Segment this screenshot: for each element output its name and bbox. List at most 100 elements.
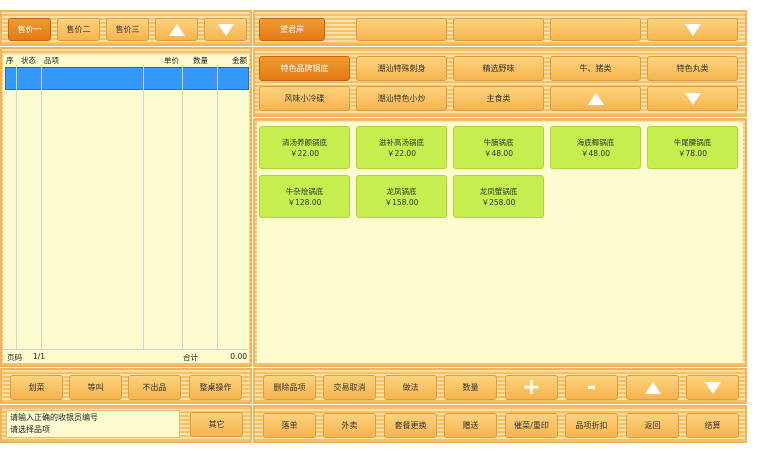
dish-price: ￥128.00 (287, 197, 322, 207)
sub-category-1[interactable]: 特色品牌锅底 (259, 56, 350, 81)
delete-item-button[interactable]: 删除品项 (263, 375, 316, 400)
status-panel: 请输入正确的收银员编号 请选择品项 其它 (0, 405, 252, 443)
down-arrow-icon (217, 23, 234, 36)
top-category-1[interactable]: 望君岸 (259, 18, 325, 41)
col-qty: 数量 (193, 56, 208, 65)
dish-panel: 清汤养颜锅底 ￥22.00 滋补高汤锅底 ￥22.00 牛腩锅底 ￥48.00 海底椰… (253, 118, 747, 367)
dish-item[interactable]: 滋补高汤锅底 ￥22.00 (356, 126, 447, 169)
top-category-4[interactable] (550, 18, 641, 41)
gift-button[interactable]: 赠送 (444, 413, 497, 438)
mark-dish-button[interactable]: 划菜 (10, 375, 63, 400)
right-action-panel: 删除品项 交易取消 做法 数量 + - (253, 368, 747, 404)
sub-category-up-button[interactable] (550, 86, 641, 111)
minus-icon: - (586, 374, 597, 400)
no-serve-button[interactable]: 不出品 (128, 375, 181, 400)
up-arrow-icon (168, 23, 185, 36)
dish-item[interactable]: 牛杂烩锅底 ￥128.00 (259, 175, 350, 218)
up-arrow-icon (644, 381, 661, 394)
column-divider (217, 65, 218, 349)
dish-price: ￥22.00 (387, 148, 416, 158)
increase-button[interactable]: + (505, 375, 558, 400)
decrease-button[interactable]: - (565, 375, 618, 400)
sub-category-panel: 特色品牌锅底 潮汕特殊刺身 精选野味 牛、猪类 特色丸类 风味小冷碟 潮汕特色小… (253, 47, 747, 117)
dish-name: 龙凤锅底 (386, 186, 417, 196)
col-status: 状态 (21, 56, 36, 65)
page-value: 1/1 (33, 352, 46, 361)
other-button[interactable]: 其它 (190, 412, 243, 437)
column-divider (182, 65, 183, 349)
table-operation-button[interactable]: 整桌操作 (189, 375, 242, 400)
sub-category-3[interactable]: 精选野味 (453, 56, 544, 81)
sub-category-6[interactable]: 风味小冷碟 (259, 86, 350, 111)
top-category-3[interactable] (453, 18, 544, 41)
back-button[interactable]: 返回 (626, 413, 679, 438)
dish-name: 海底椰锅底 (576, 137, 615, 147)
down-arrow-icon (684, 23, 701, 36)
order-panel: 序 状态 品项 单价 数量 金额 页码 1/1 合计 0.00 (0, 47, 252, 367)
scroll-down-button[interactable] (204, 18, 247, 41)
col-item: 品项 (44, 56, 59, 65)
price-tab-2[interactable]: 售价二 (57, 18, 100, 41)
bottom-action-panel: 落单 外卖 套餐更换 赠送 催菜/重印 品项折扣 返回 结算 (253, 405, 747, 443)
dish-item[interactable]: 牛尾腰锅底 ￥78.00 (647, 126, 738, 169)
dish-name: 龙凤蟹锅底 (479, 186, 518, 196)
cancel-transaction-button[interactable]: 交易取消 (323, 375, 376, 400)
status-message: 请选择品项 (10, 425, 50, 434)
sub-category-8[interactable]: 主食类 (453, 86, 544, 111)
price-tab-1[interactable]: 售价一 (8, 18, 51, 41)
place-order-button[interactable]: 落单 (263, 413, 316, 438)
dish-price: ￥258.00 (481, 197, 516, 207)
top-category-panel: 望君岸 (253, 10, 747, 46)
dish-item[interactable]: 牛腩锅底 ￥48.00 (453, 126, 544, 169)
left-action-panel: 划菜 等叫 不出品 整桌操作 (0, 368, 252, 404)
quantity-button[interactable]: 数量 (444, 375, 497, 400)
move-down-button[interactable] (686, 375, 739, 400)
col-seq: 序 (6, 56, 14, 65)
checkout-button[interactable]: 结算 (686, 413, 739, 438)
dish-price: ￥48.00 (581, 148, 610, 158)
column-divider (41, 65, 42, 349)
plus-icon: + (522, 374, 541, 400)
dish-item[interactable]: 海底椰锅底 ￥48.00 (550, 126, 641, 169)
dish-name: 牛腩锅底 (483, 137, 514, 147)
rush-reprint-button[interactable]: 催菜/重印 (505, 413, 558, 438)
cooking-method-button[interactable]: 做法 (384, 375, 437, 400)
wait-call-button[interactable]: 等叫 (69, 375, 122, 400)
sub-category-5[interactable]: 特色丸类 (647, 56, 738, 81)
order-footer: 页码 1/1 合计 0.00 (3, 349, 249, 363)
total-value: 0.00 (230, 352, 247, 361)
scroll-up-button[interactable] (155, 18, 198, 41)
status-message-box: 请输入正确的收银员编号 请选择品项 (6, 410, 180, 438)
dish-price: ￥22.00 (290, 148, 319, 158)
down-arrow-icon (684, 92, 701, 105)
page-label: 页码 (7, 353, 22, 362)
sub-category-2[interactable]: 潮汕特殊刺身 (356, 56, 447, 81)
dish-item[interactable]: 龙凤蟹锅底 ￥258.00 (453, 175, 544, 218)
dish-item[interactable]: 龙凤锅底 ￥158.00 (356, 175, 447, 218)
status-message: 请输入正确的收银员编号 (10, 413, 98, 422)
price-tabs-panel: 售价一 售价二 售价三 (0, 10, 252, 46)
dish-item[interactable]: 清汤养颜锅底 ￥22.00 (259, 126, 350, 169)
dish-name: 牛尾腰锅底 (673, 137, 712, 147)
order-table: 序 状态 品项 单价 数量 金额 页码 1/1 合计 0.00 (3, 55, 249, 363)
dish-name: 滋补高汤锅底 (379, 137, 424, 147)
sub-category-4[interactable]: 牛、猪类 (550, 56, 641, 81)
dish-price: ￥48.00 (484, 148, 513, 158)
col-amount: 金额 (232, 56, 247, 65)
column-divider (16, 65, 17, 349)
up-arrow-icon (587, 92, 604, 105)
sub-category-down-button[interactable] (647, 86, 738, 111)
sub-category-7[interactable]: 潮汕特色小炒 (356, 86, 447, 111)
takeout-button[interactable]: 外卖 (323, 413, 376, 438)
change-set-button[interactable]: 套餐更换 (384, 413, 437, 438)
move-up-button[interactable] (626, 375, 679, 400)
top-category-down-button[interactable] (647, 18, 738, 41)
total-label: 合计 (183, 353, 198, 362)
price-tab-3[interactable]: 售价三 (106, 18, 149, 41)
item-discount-button[interactable]: 品项折扣 (565, 413, 618, 438)
order-table-header: 序 状态 品项 单价 数量 金额 (3, 55, 249, 65)
top-category-2[interactable] (356, 18, 447, 41)
down-arrow-icon (704, 381, 721, 394)
col-price: 单价 (164, 56, 179, 65)
dish-name: 牛杂烩锅底 (285, 186, 324, 196)
